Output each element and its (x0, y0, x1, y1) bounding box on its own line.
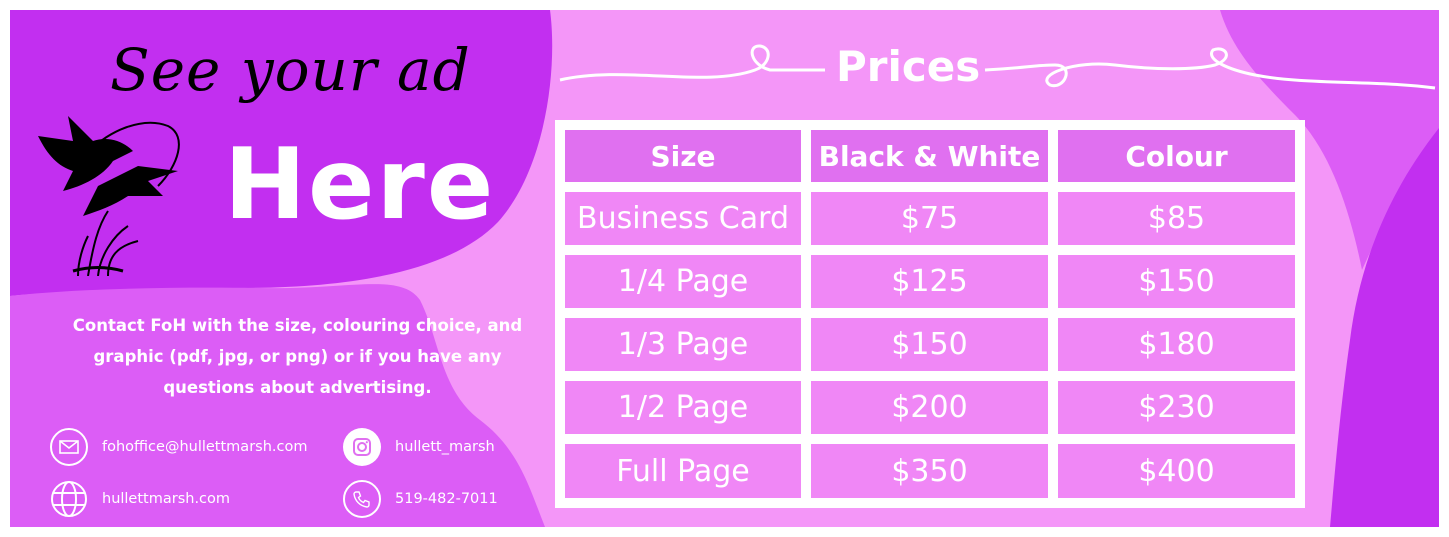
row-colour-price: $230 (1058, 381, 1295, 434)
instagram-contact[interactable]: hullett_marsh (343, 428, 495, 466)
headline-script: See your ad (110, 36, 471, 104)
phone-contact[interactable]: 519-482-7011 (343, 480, 498, 518)
headline-here: Here (224, 128, 496, 242)
row-size: Business Card (565, 192, 801, 245)
row-bw-price: $350 (811, 444, 1048, 498)
contact-message: Contact FoH with the size, colouring cho… (72, 316, 523, 397)
prices-title: Prices (836, 42, 981, 91)
row-bw-price: $75 (811, 192, 1048, 245)
header-size: Size (565, 130, 801, 182)
row-size: Full Page (565, 444, 801, 498)
header-bw: Black & White (811, 130, 1048, 182)
instagram-icon (343, 428, 381, 466)
decorative-swirls (559, 44, 1436, 90)
row-size: 1/4 Page (565, 255, 801, 308)
email-icon (50, 428, 88, 466)
row-colour-price: $400 (1058, 444, 1295, 498)
row-bw-price: $200 (811, 381, 1048, 434)
row-colour-price: $180 (1058, 318, 1295, 371)
globe-icon (50, 480, 88, 518)
row-size: 1/3 Page (565, 318, 801, 371)
birds-illustration (38, 116, 180, 276)
ad-banner: See your ad Here Contact FoH with the si… (10, 10, 1439, 527)
header-colour: Colour (1058, 130, 1295, 182)
phone-icon (343, 480, 381, 518)
row-colour-price: $150 (1058, 255, 1295, 308)
phone-text: 519-482-7011 (395, 491, 498, 507)
email-contact[interactable]: fohoffice@hullettmarsh.com (50, 428, 307, 466)
website-text: hullettmarsh.com (102, 491, 231, 507)
price-table: Size Black & White Colour Business Card … (555, 120, 1305, 508)
instagram-text: hullett_marsh (395, 439, 495, 455)
website-contact[interactable]: hullettmarsh.com (50, 480, 230, 518)
row-size: 1/2 Page (565, 381, 801, 434)
row-bw-price: $125 (811, 255, 1048, 308)
email-text: fohoffice@hullettmarsh.com (102, 439, 308, 455)
row-colour-price: $85 (1058, 192, 1295, 245)
row-bw-price: $150 (811, 318, 1048, 371)
